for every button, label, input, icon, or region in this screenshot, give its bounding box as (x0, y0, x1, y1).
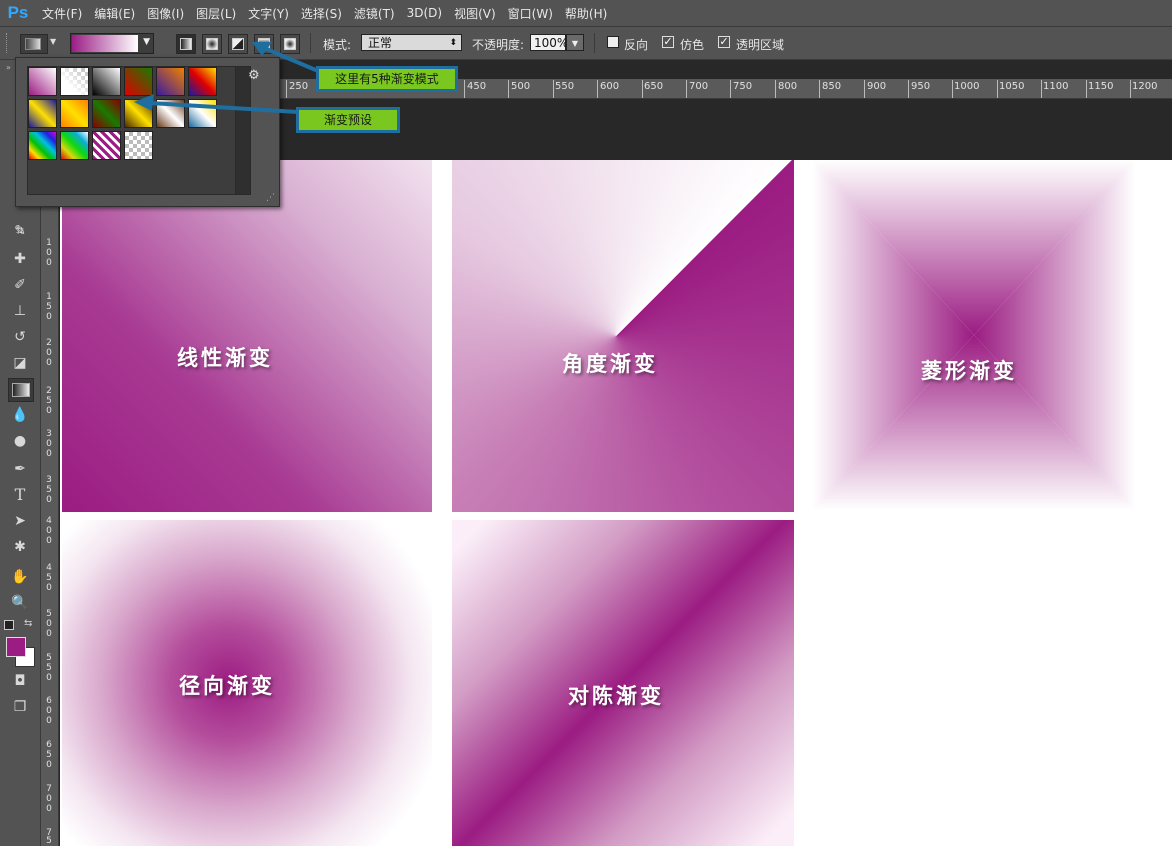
gradient-modes-callout: 这里有5种渐变模式 (316, 66, 458, 92)
arrow-head (134, 94, 154, 111)
annotation-arrows (134, 42, 319, 114)
gradient-presets-callout: 渐变预设 (296, 107, 400, 133)
arrow-line (149, 101, 299, 114)
arrow-line (263, 46, 319, 73)
